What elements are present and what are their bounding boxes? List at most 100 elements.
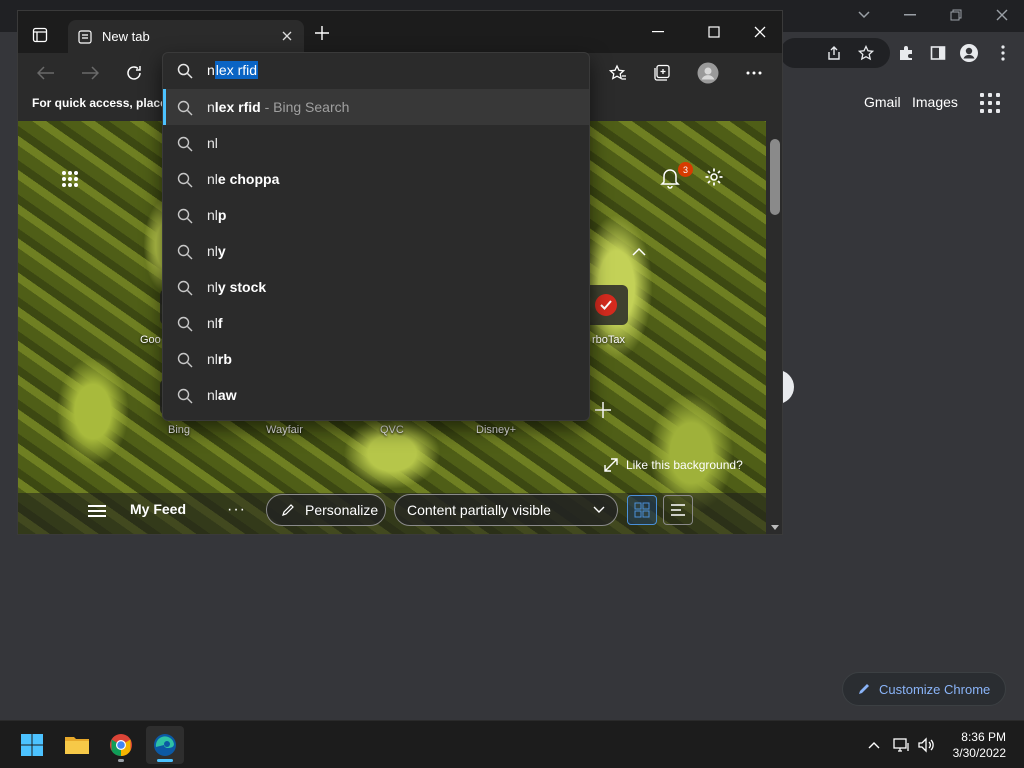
forward-icon[interactable] [78,61,102,85]
taskbar-edge[interactable] [146,726,184,764]
suggestion-item[interactable]: nle choppa [163,161,589,197]
notifications-bell-icon[interactable] [660,167,680,189]
customize-chrome-button[interactable]: Customize Chrome [842,672,1006,706]
content-visibility-dropdown[interactable]: Content partially visible [394,494,618,526]
suggestion-item[interactable]: nlp [163,197,589,233]
chrome-menu-icon[interactable] [992,42,1014,64]
scrollbar-thumb[interactable] [770,139,780,215]
app-launcher-icon[interactable] [62,171,78,187]
back-icon[interactable] [34,61,58,85]
grid-view-icon [634,502,650,518]
taskbar-chrome[interactable] [102,726,140,764]
tab-actions-icon[interactable] [32,27,50,43]
profile-icon[interactable] [958,42,980,64]
gmail-link[interactable]: Gmail [864,94,901,110]
chrome-tab-search-icon[interactable] [852,4,876,26]
suggestion-item[interactable]: nlf [163,305,589,341]
edge-maximize-icon[interactable] [700,21,728,43]
suggestion-prefix: nl [207,315,218,331]
suggestion-completion: f [217,315,223,331]
site-label-qvc[interactable]: QVC [380,424,404,436]
collections-icon[interactable] [650,61,674,85]
personalize-button[interactable]: Personalize [266,494,386,526]
suggestion-text: nlf [207,315,223,331]
network-icon[interactable] [892,735,912,755]
search-icon [177,136,193,152]
google-apps-icon[interactable] [980,93,1000,113]
suggestion-prefix: nl [207,243,218,259]
suggestion-completion: aw [217,387,237,403]
search-icon [177,388,193,404]
like-background-label: Like this background? [626,458,743,472]
feed-more-button[interactable]: ··· [227,501,246,519]
tray-chevron-up-icon[interactable] [864,735,884,755]
suggestion-item[interactable]: nlex rfid - Bing Search [163,89,589,125]
list-view-toggle[interactable] [663,495,693,525]
suggestion-item[interactable]: nly [163,233,589,269]
edge-minimize-icon[interactable] [644,21,672,43]
tab-close-icon[interactable] [280,29,294,43]
list-view-icon [671,504,685,516]
address-bar-input[interactable]: nlex rfid [163,53,589,89]
taskbar-file-explorer[interactable] [58,726,96,764]
turbotax-check-icon [595,294,617,316]
personalize-label: Personalize [305,502,379,518]
favorites-icon[interactable] [606,61,630,85]
search-icon [177,244,193,260]
system-clock[interactable]: 8:36 PM 3/30/2022 [953,729,1006,761]
edge-scrollbar[interactable] [766,121,782,534]
edge-close-icon[interactable] [746,21,774,43]
like-background-link[interactable]: Like this background? [604,458,743,472]
grid-view-toggle[interactable] [627,495,657,525]
edge-settings-menu-icon[interactable] [742,61,766,85]
search-icon [177,316,193,332]
suggestion-prefix: nl [207,351,218,367]
start-button[interactable] [13,726,51,764]
refresh-icon[interactable] [122,61,146,85]
search-icon [177,100,193,116]
suggestion-item[interactable]: nly stock [163,269,589,305]
site-tile-turbotax[interactable] [584,285,628,325]
suggestion-completion: lex rfid [214,99,261,115]
share-icon[interactable] [823,42,845,64]
running-indicator [118,759,124,762]
site-label-wayfair[interactable]: Wayfair [266,424,303,436]
search-icon [177,208,193,224]
page-settings-gear-icon[interactable] [704,167,724,187]
new-tab-page-icon [78,29,92,44]
bookmark-star-icon[interactable] [855,42,877,64]
feed-menu-hamburger-icon[interactable] [88,505,106,519]
address-bar-text[interactable]: nlex rfid [207,61,259,79]
suggestion-item[interactable]: nlaw [163,377,589,413]
my-feed-tab[interactable]: My Feed [130,501,186,517]
chrome-minimize-icon[interactable] [898,4,922,26]
suggestion-item[interactable]: nlrb [163,341,589,377]
add-site-plus-icon[interactable] [594,401,612,419]
site-label-turbotax[interactable]: rboTax [592,334,625,346]
suggestion-text: nlaw [207,387,237,403]
site-label-disney[interactable]: Disney+ [476,424,516,436]
collapse-chevron-icon[interactable] [632,247,646,257]
notification-count-badge: 3 [678,162,693,177]
edge-profile-icon[interactable] [696,61,720,85]
content-visibility-label: Content partially visible [407,502,551,518]
address-bar-suggestions: nlex rfid nlex rfid - Bing Search nl nle c… [162,52,590,421]
suggestion-prefix: nl [207,207,218,223]
tab-new-tab[interactable]: New tab [68,20,304,53]
chrome-close-icon[interactable] [990,4,1014,26]
search-icon [177,280,193,296]
chrome-restore-icon[interactable] [944,4,968,26]
side-panel-icon[interactable] [927,42,949,64]
suggestion-completion: rb [217,351,232,367]
extensions-icon[interactable] [895,42,917,64]
chrome-logo-icon [110,734,132,756]
new-tab-plus-icon[interactable] [314,25,332,43]
suggestion-prefix: nl [207,171,218,187]
suggestion-item[interactable]: nl [163,125,589,161]
site-label-bing[interactable]: Bing [168,424,190,436]
autocomplete-selection: lex rfid [214,61,259,79]
tab-title: New tab [102,29,150,44]
site-label-google[interactable]: Goo [140,334,161,346]
images-link[interactable]: Images [912,94,958,110]
volume-icon[interactable] [916,735,936,755]
